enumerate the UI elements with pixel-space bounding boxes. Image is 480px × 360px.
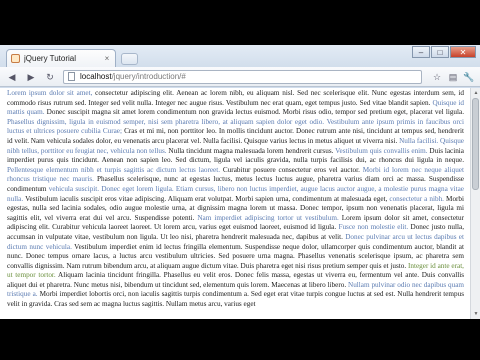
minimize-button[interactable]: –	[412, 46, 430, 58]
address-bar[interactable]: localhost/jquery/introduction/#	[63, 69, 422, 84]
navigation-toolbar: ◀ ▶ ↻ localhost/jquery/introduction/# ☆ …	[0, 67, 480, 87]
close-button[interactable]: ✕	[450, 46, 476, 58]
page-icon	[68, 72, 75, 81]
page-menu-icon[interactable]: ▤	[446, 70, 460, 84]
scroll-down-icon[interactable]: ▼	[472, 310, 480, 318]
bookmark-star-icon[interactable]: ☆	[430, 70, 444, 84]
text-segment: Nam imperdiet adipiscing tortor ut vesti…	[197, 213, 342, 222]
browser-window: jQuery Tutorial × – □ ✕ ◀ ▶ ↻ localhost /…	[0, 45, 480, 319]
scroll-up-icon[interactable]: ▲	[472, 89, 480, 97]
text-segment: Vestibulum iaculis suscipit eros vitae a…	[25, 194, 390, 203]
text-segment: Lorem ipsum dolor sit amet,	[7, 89, 96, 97]
back-icon[interactable]: ◀	[4, 70, 20, 84]
page-viewport: Lorem ipsum dolor sit amet, consectetur …	[0, 88, 470, 319]
reload-icon[interactable]: ↻	[42, 70, 58, 84]
text-segment: Pellentesque elementum nibh et turpis sa…	[7, 165, 223, 174]
url-path: /jquery/introduction/#	[111, 72, 186, 81]
tab-title: jQuery Tutorial	[24, 54, 77, 63]
new-tab-button[interactable]	[121, 53, 138, 65]
text-segment: Curabitur posuere consectetur eros vel a…	[222, 165, 363, 174]
window-controls: – □ ✕	[411, 46, 476, 58]
text-segment: consectetur a nibh.	[389, 194, 447, 203]
page-favicon-icon	[11, 54, 20, 63]
lorem-ipsum-text: Lorem ipsum dolor sit amet, consectetur …	[0, 88, 470, 310]
wrench-icon[interactable]: 🔧	[462, 70, 476, 84]
text-segment: Fusce non molestie elit.	[338, 223, 411, 232]
tab-jquery-tutorial[interactable]: jQuery Tutorial ×	[6, 49, 116, 67]
text-segment: Vestibulum imperdiet enim id lectus frin…	[7, 242, 464, 270]
vertical-scrollbar[interactable]: ▲ ▼	[470, 88, 480, 319]
forward-icon[interactable]: ▶	[23, 70, 39, 84]
scroll-thumb[interactable]	[472, 98, 479, 190]
maximize-button[interactable]: □	[431, 46, 449, 58]
title-bar: jQuery Tutorial × – □ ✕	[0, 45, 480, 67]
tab-close-icon[interactable]: ×	[103, 54, 111, 63]
url-host: localhost	[80, 72, 112, 81]
text-segment: Donec suscipit magna sit amet lorem cond…	[46, 108, 464, 117]
text-segment: Vestibulum quis convallis enim.	[335, 146, 430, 155]
text-segment: Morbi imperdiet lobortis orci, non iacul…	[7, 290, 464, 309]
text-segment: Nulla tincidunt magna malesuada lorem he…	[168, 146, 336, 155]
